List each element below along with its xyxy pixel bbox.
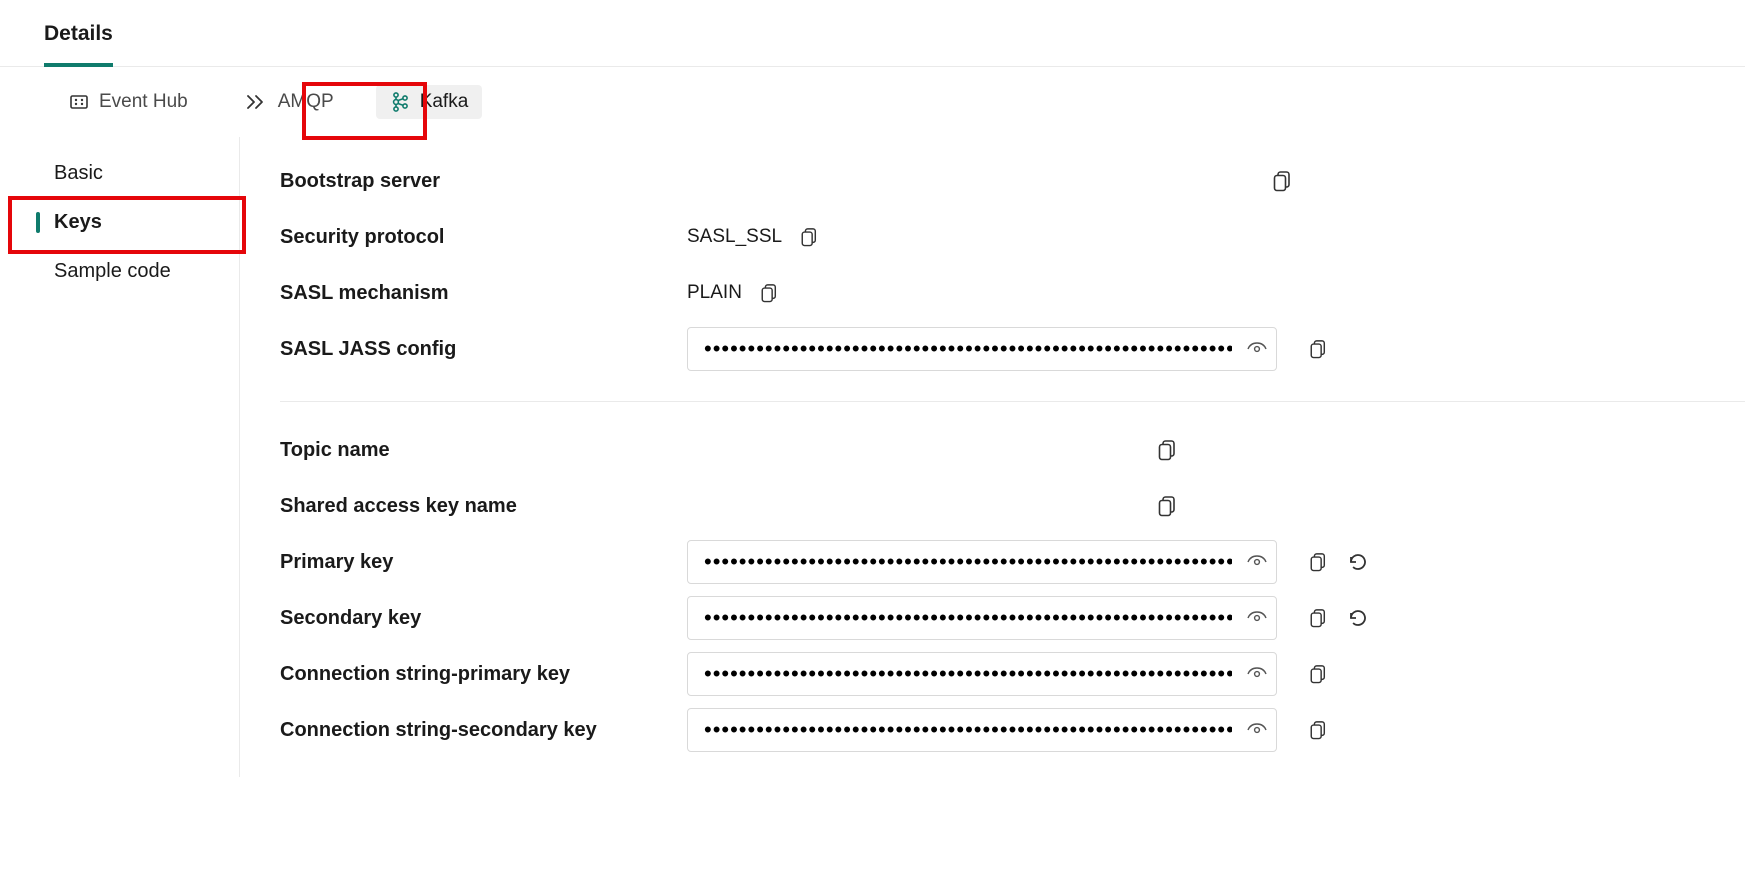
copy-conn-primary-button[interactable] — [1305, 661, 1331, 687]
secondary-key-input[interactable] — [687, 596, 1277, 640]
reveal-primary-key-button[interactable] — [1247, 555, 1267, 569]
sasl-jass-config-input[interactable] — [687, 327, 1277, 371]
reveal-sasl-jass-config-button[interactable] — [1247, 342, 1267, 356]
primary-key-input[interactable] — [687, 540, 1277, 584]
copy-bootstrap-server-button[interactable] — [1269, 168, 1295, 194]
conn-secondary-label: Connection string-secondary key — [280, 719, 675, 742]
regenerate-secondary-key-button[interactable] — [1345, 605, 1371, 631]
tab-amqp[interactable]: AMQP — [230, 85, 348, 119]
conn-primary-input[interactable] — [687, 652, 1277, 696]
tab-eventhub[interactable]: Event Hub — [55, 85, 202, 119]
tab-kafka[interactable]: Kafka — [376, 85, 483, 119]
secondary-key-label: Secondary key — [280, 607, 675, 630]
amqp-icon — [244, 94, 268, 110]
section-divider — [280, 401, 1745, 402]
sasl-mechanism-value: PLAIN — [687, 282, 742, 304]
copy-conn-secondary-button[interactable] — [1305, 717, 1331, 743]
regenerate-primary-key-button[interactable] — [1345, 549, 1371, 575]
eventhub-icon — [69, 92, 89, 112]
bootstrap-server-label: Bootstrap server — [280, 170, 675, 193]
copy-sasl-jass-config-button[interactable] — [1305, 336, 1331, 362]
conn-primary-label: Connection string-primary key — [280, 663, 675, 686]
copy-secondary-key-button[interactable] — [1305, 605, 1331, 631]
tab-details[interactable]: Details — [44, 22, 113, 66]
reveal-conn-secondary-button[interactable] — [1247, 723, 1267, 737]
sasl-jass-config-label: SASL JASS config — [280, 338, 675, 361]
primary-key-label: Primary key — [280, 551, 675, 574]
sidebar-item-keys[interactable]: Keys — [0, 198, 239, 247]
reveal-conn-primary-button[interactable] — [1247, 667, 1267, 681]
tab-eventhub-label: Event Hub — [99, 91, 188, 113]
copy-topic-name-button[interactable] — [1154, 437, 1180, 463]
sidebar-item-basic[interactable]: Basic — [0, 149, 239, 198]
shared-access-key-name-label: Shared access key name — [280, 495, 675, 518]
copy-primary-key-button[interactable] — [1305, 549, 1331, 575]
sidebar-item-sample-code[interactable]: Sample code — [0, 247, 239, 296]
security-protocol-value: SASL_SSL — [687, 226, 782, 248]
security-protocol-label: Security protocol — [280, 226, 675, 249]
copy-shared-access-key-name-button[interactable] — [1154, 493, 1180, 519]
reveal-secondary-key-button[interactable] — [1247, 611, 1267, 625]
tab-amqp-label: AMQP — [278, 91, 334, 113]
kafka-icon — [390, 91, 410, 113]
sasl-mechanism-label: SASL mechanism — [280, 282, 675, 305]
conn-secondary-input[interactable] — [687, 708, 1277, 752]
copy-security-protocol-button[interactable] — [796, 224, 822, 250]
copy-sasl-mechanism-button[interactable] — [756, 280, 782, 306]
tab-kafka-label: Kafka — [420, 91, 469, 113]
topic-name-label: Topic name — [280, 439, 675, 462]
